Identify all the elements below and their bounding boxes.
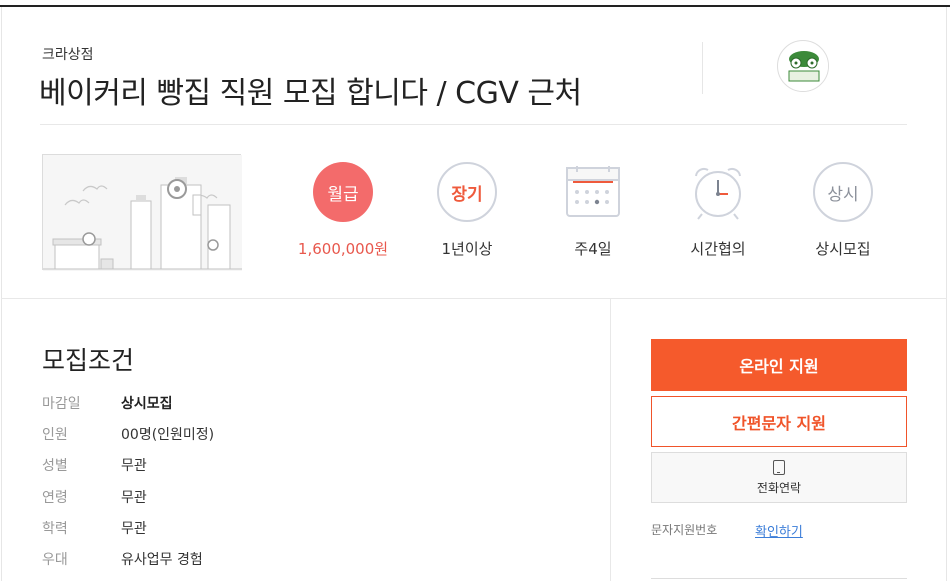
condition-key: 인원: [42, 427, 68, 443]
hours-value: 시간협의: [690, 240, 746, 258]
summary-days: 주4일: [538, 162, 648, 259]
condition-row-gender: 성별 무관: [42, 455, 147, 475]
calendar-icon: [563, 162, 623, 222]
salary-value: 1,600,000원: [297, 240, 389, 258]
phone-contact-label: 전화연락: [756, 480, 802, 495]
condition-value: 유사업무 경험: [121, 552, 203, 568]
job-title: 베이커리 빵집 직원 모집 합니다 / CGV 근처: [39, 76, 582, 111]
company-name: 크라상점: [42, 47, 94, 63]
condition-value: 무관: [121, 458, 147, 474]
header-underline: [40, 124, 907, 125]
condition-row-education: 학력 무관: [42, 518, 147, 538]
section-divider: [1, 298, 947, 299]
condition-key: 우대: [42, 552, 68, 568]
condition-value: 무관: [121, 490, 147, 506]
sms-apply-button[interactable]: 간편문자 지원: [651, 396, 907, 447]
summary-recruit: 상시 상시모집: [788, 162, 898, 259]
condition-key: 마감일: [42, 396, 81, 412]
logo-image: [779, 42, 828, 91]
workplace-illustration: [42, 154, 242, 271]
sms-number-check-link[interactable]: 확인하기: [755, 521, 803, 540]
summary-period: 장기 1년이상: [412, 162, 522, 259]
sms-number-label: 문자지원번호: [651, 523, 718, 537]
period-badge: 장기: [437, 162, 497, 222]
panel-bottom-line: [651, 578, 907, 579]
alarm-clock-icon: [688, 162, 748, 222]
period-value: 1년이상: [441, 240, 493, 258]
column-divider: [610, 299, 611, 581]
condition-value: 상시모집: [121, 396, 173, 412]
condition-value: 무관: [121, 521, 147, 537]
condition-row-preference: 우대 유사업무 경험: [42, 549, 203, 569]
condition-key: 학력: [42, 521, 68, 537]
condition-row-headcount: 인원 00명(인원미정): [42, 424, 214, 444]
online-apply-button[interactable]: 온라인 지원: [651, 339, 907, 391]
condition-row-age: 연령 무관: [42, 487, 147, 507]
mobile-phone-icon: [773, 459, 785, 475]
summary-hours: 시간협의: [663, 162, 773, 259]
condition-value: 00명(인원미정): [121, 427, 215, 443]
city-buildings-icon: [43, 155, 242, 271]
phone-contact-button[interactable]: 전화연락: [651, 452, 907, 503]
condition-row-deadline: 마감일 상시모집: [42, 393, 173, 413]
recruit-value: 상시모집: [815, 240, 871, 258]
header-divider: [702, 42, 703, 94]
days-value: 주4일: [574, 240, 612, 258]
condition-key: 성별: [42, 458, 68, 474]
salary-badge: 월급: [313, 162, 373, 222]
conditions-title: 모집조건: [42, 346, 135, 375]
recruit-badge: 상시: [813, 162, 873, 222]
summary-salary: 월급 1,600,000원: [288, 162, 398, 259]
company-logo[interactable]: [777, 40, 829, 92]
condition-key: 연령: [42, 490, 68, 506]
